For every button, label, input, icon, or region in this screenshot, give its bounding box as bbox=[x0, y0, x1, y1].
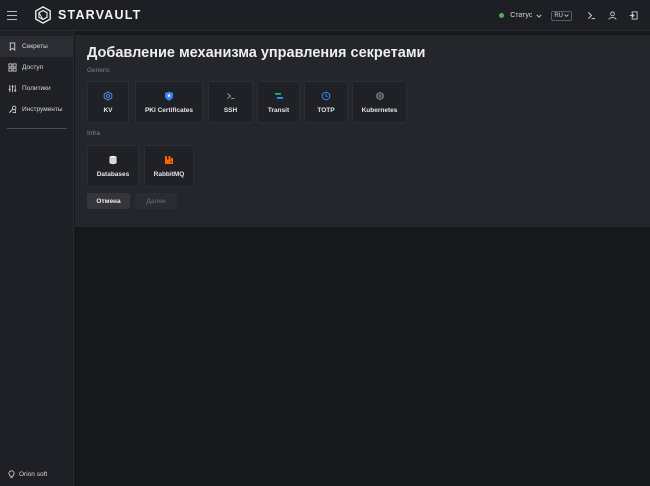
kubernetes-icon bbox=[374, 90, 386, 102]
sidebar-item-access[interactable]: Доступ bbox=[0, 57, 73, 78]
sidebar-item-label: Секреты bbox=[22, 43, 48, 50]
status-dropdown[interactable]: Статус bbox=[499, 12, 542, 19]
certificate-shield-icon bbox=[163, 90, 175, 102]
sidebar-item-secrets[interactable]: Секреты bbox=[0, 36, 73, 57]
transit-icon bbox=[273, 90, 285, 102]
terminal-icon[interactable] bbox=[581, 5, 602, 26]
logout-icon[interactable] bbox=[623, 5, 644, 26]
engine-tile-totp[interactable]: TOTP bbox=[304, 81, 348, 123]
section-label-generic: Generic bbox=[87, 67, 110, 74]
sidebar-item-tools[interactable]: Инструменты bbox=[0, 99, 73, 120]
sidebar-footer: Orion soft bbox=[8, 470, 47, 479]
database-icon bbox=[107, 154, 119, 166]
rabbitmq-icon bbox=[163, 154, 175, 166]
chevron-down-icon bbox=[564, 14, 569, 18]
clock-icon bbox=[320, 90, 332, 102]
logo-icon bbox=[35, 6, 51, 24]
engine-label: SSH bbox=[223, 107, 238, 114]
status-label: Статус bbox=[510, 12, 533, 19]
terminal-prompt-icon bbox=[225, 90, 237, 102]
engine-label: RabbitMQ bbox=[153, 171, 185, 178]
language-selector[interactable]: RU bbox=[551, 10, 572, 21]
lightbulb-icon bbox=[8, 470, 15, 479]
cancel-button[interactable]: Отмена bbox=[87, 193, 130, 209]
engine-tile-kubernetes[interactable]: Kubernetes bbox=[352, 81, 407, 123]
sidebar-item-label: Доступ bbox=[22, 64, 44, 71]
bookmark-icon bbox=[8, 42, 17, 51]
engine-tile-ssh[interactable]: SSH bbox=[208, 81, 253, 123]
engine-label: Kubernetes bbox=[361, 107, 398, 114]
engine-tile-transit[interactable]: Transit bbox=[257, 81, 300, 123]
menu-icon[interactable] bbox=[7, 11, 17, 21]
user-icon[interactable] bbox=[602, 5, 623, 26]
sidebar-divider bbox=[7, 128, 67, 129]
top-bar: STARVAULT Статус RU bbox=[0, 0, 650, 31]
tools-icon bbox=[8, 105, 17, 114]
logo[interactable]: STARVAULT bbox=[34, 6, 141, 24]
kv-icon bbox=[102, 90, 114, 102]
page-title: Добавление механизма управления секретам… bbox=[87, 45, 426, 61]
engine-label: Transit bbox=[267, 107, 290, 114]
grid-icon bbox=[8, 63, 17, 72]
engine-label: Databases bbox=[96, 171, 130, 178]
engine-tile-databases[interactable]: Databases bbox=[87, 145, 139, 187]
engine-label: TOTP bbox=[317, 107, 335, 114]
sidebar-item-policies[interactable]: Политики bbox=[0, 78, 73, 99]
logo-text: STARVAULT bbox=[58, 8, 142, 22]
sidebar-item-label: Инструменты bbox=[22, 106, 63, 113]
chevron-down-icon bbox=[536, 14, 542, 18]
sidebar-item-label: Политики bbox=[22, 85, 51, 92]
sliders-icon bbox=[8, 84, 17, 93]
engine-tile-rabbitmq[interactable]: RabbitMQ bbox=[144, 145, 194, 187]
main-panel: Добавление механизма управления секретам… bbox=[75, 35, 650, 227]
footer-label: Orion soft bbox=[19, 471, 48, 478]
sidebar: Секреты Доступ Политики Инструменты Orio… bbox=[0, 31, 74, 486]
engine-label: KV bbox=[103, 107, 113, 114]
status-indicator bbox=[499, 13, 505, 18]
section-label-infra: Infra bbox=[87, 130, 101, 137]
engine-tile-kv[interactable]: KV bbox=[87, 81, 129, 123]
engine-label: PKI Certificates bbox=[144, 107, 194, 114]
language-label: RU bbox=[554, 12, 563, 19]
engine-tile-pki[interactable]: PKI Certificates bbox=[135, 81, 203, 123]
next-button[interactable]: Далее bbox=[135, 193, 177, 209]
